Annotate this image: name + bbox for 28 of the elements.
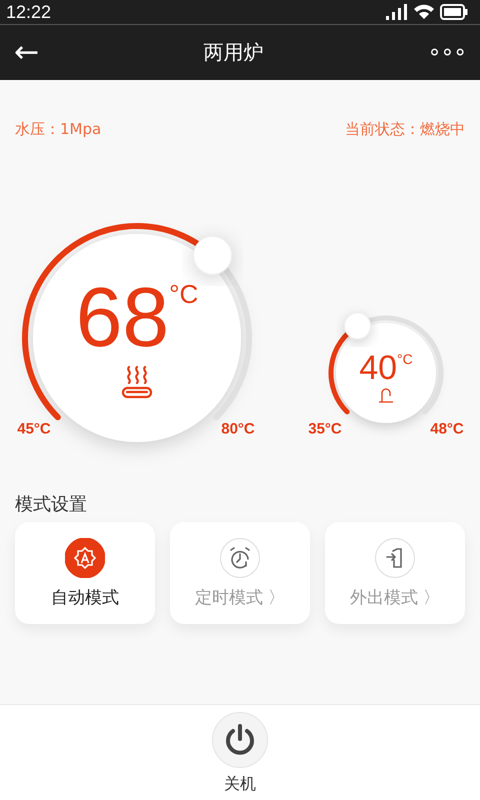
power-icon: [223, 723, 257, 757]
power-label: 关机: [224, 774, 256, 795]
section-title: 模式设置: [15, 493, 87, 516]
min-temperature: 35°C: [308, 420, 342, 438]
wifi-icon: [414, 4, 434, 20]
signal-icon: [386, 4, 408, 20]
temperature-value: 68: [76, 275, 170, 359]
page-title: 两用炉: [203, 39, 264, 66]
mode-card[interactable]: 自动模式: [15, 522, 155, 624]
status-time: 12:22: [6, 2, 52, 22]
dial-thumb[interactable]: [344, 312, 372, 340]
temperature-unit: °C: [397, 351, 413, 367]
gear-letter-icon: [65, 538, 105, 578]
door-icon: [375, 538, 415, 578]
water-pressure: 水压：1Mpa: [15, 120, 102, 140]
temperature-value: 40: [359, 351, 398, 385]
back-button[interactable]: ←: [14, 38, 40, 68]
current-state: 当前状态：燃烧中: [345, 120, 465, 140]
battery-icon: [440, 4, 468, 20]
min-temperature: 45°C: [17, 420, 51, 438]
alarm-clock-icon: [220, 538, 260, 578]
faucet-icon: [378, 387, 394, 403]
more-button[interactable]: ∘∘∘: [428, 40, 466, 65]
temperature-unit: °C: [169, 279, 198, 310]
steam-icon: [121, 365, 153, 399]
dial-thumb[interactable]: [193, 236, 232, 275]
max-temperature: 48°C: [430, 420, 464, 438]
max-temperature: 80°C: [221, 420, 255, 438]
